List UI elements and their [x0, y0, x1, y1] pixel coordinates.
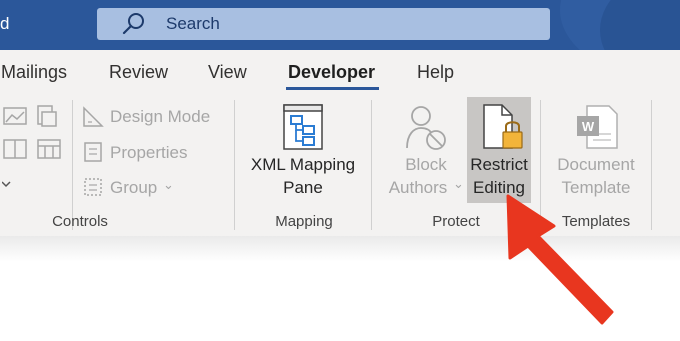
group-button[interactable]: Group: [110, 178, 157, 198]
tab-help[interactable]: Help: [417, 62, 454, 83]
tab-mailings[interactable]: Mailings: [1, 62, 67, 83]
separator: [651, 100, 652, 230]
tab-developer[interactable]: Developer: [288, 62, 375, 83]
document-template-icon: W: [577, 105, 618, 149]
xml-mapping-line1[interactable]: XML Mapping: [244, 153, 362, 176]
properties-button[interactable]: Properties: [110, 143, 187, 163]
xml-mapping-line2[interactable]: Pane: [244, 176, 362, 199]
separator: [72, 100, 73, 230]
group-label-mapping: Mapping: [275, 213, 333, 230]
tab-review[interactable]: Review: [109, 62, 168, 83]
content-controls-icons[interactable]: [2, 104, 64, 194]
block-authors-line2[interactable]: Authors: [376, 176, 460, 199]
restrict-editing-line1: Restrict: [470, 155, 528, 174]
properties-icon: [84, 142, 102, 162]
block-authors-line1[interactable]: Block: [384, 153, 468, 176]
arrow-annotation: [506, 194, 614, 325]
design-mode-icon: [83, 106, 104, 127]
svg-text:W: W: [582, 119, 595, 134]
window-title-fragment: d: [0, 14, 10, 33]
chevron-down-icon: ⌄: [453, 176, 464, 191]
design-mode-button[interactable]: Design Mode: [110, 107, 210, 127]
xml-mapping-icon: [283, 104, 323, 150]
group-label-controls: Controls: [52, 213, 108, 230]
separator: [371, 100, 372, 230]
document-template-line1[interactable]: Document: [549, 153, 643, 176]
search-box[interactable]: [97, 8, 550, 40]
restrict-editing-icon: [483, 104, 523, 149]
group-label-protect: Protect: [432, 213, 480, 230]
block-authors-icon: [406, 106, 446, 150]
group-icon: [84, 178, 102, 196]
active-tab-indicator: [286, 87, 379, 90]
separator: [234, 100, 235, 230]
search-icon: [122, 13, 144, 35]
search-label: Search: [166, 14, 220, 33]
tab-view[interactable]: View: [208, 62, 247, 83]
chevron-down-icon: ⌄: [163, 177, 174, 192]
